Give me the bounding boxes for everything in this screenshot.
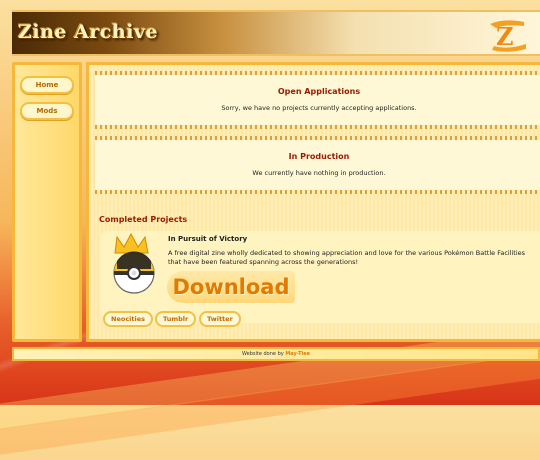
site-header: Zine Archive Z: [12, 10, 540, 56]
pokeball-crown-icon: [113, 232, 155, 294]
project-card: In Pursuit of Victory A free digital zin…: [101, 231, 540, 327]
project-title: In Pursuit of Victory: [168, 235, 248, 243]
panel-title: Open Applications: [277, 87, 361, 96]
tumblr-link[interactable]: Tumblr: [155, 311, 197, 327]
neocities-link[interactable]: Neocities: [103, 311, 154, 327]
download-button[interactable]: Download: [167, 271, 295, 303]
footer-credit-prefix: Website done by: [241, 351, 284, 357]
panel-title: In Production: [288, 152, 350, 161]
completed-projects-heading: Completed Projects: [99, 215, 188, 224]
svg-text:Z: Z: [496, 22, 514, 51]
open-applications-panel: Open Applications Sorry, we have no proj…: [95, 71, 540, 129]
main-content: Open Applications Sorry, we have no proj…: [86, 62, 540, 342]
sidebar-nav: Home Mods: [12, 62, 82, 342]
site-footer: Website done by May-Tiee: [12, 347, 540, 361]
zine-logo-icon[interactable]: Z: [484, 16, 530, 54]
site-title[interactable]: Zine Archive: [18, 21, 158, 43]
nav-mods-button[interactable]: Mods: [20, 102, 74, 120]
panel-text: Sorry, we have no projects currently acc…: [221, 104, 417, 112]
footer-credit-link[interactable]: May-Tiee: [285, 351, 310, 357]
nav-home-button[interactable]: Home: [20, 76, 74, 94]
panel-text: We currently have nothing in production.: [252, 169, 386, 177]
in-production-panel: In Production We currently have nothing …: [95, 136, 540, 194]
twitter-link[interactable]: Twitter: [199, 311, 241, 327]
project-description: A free digital zine wholly dedicated to …: [168, 249, 526, 266]
